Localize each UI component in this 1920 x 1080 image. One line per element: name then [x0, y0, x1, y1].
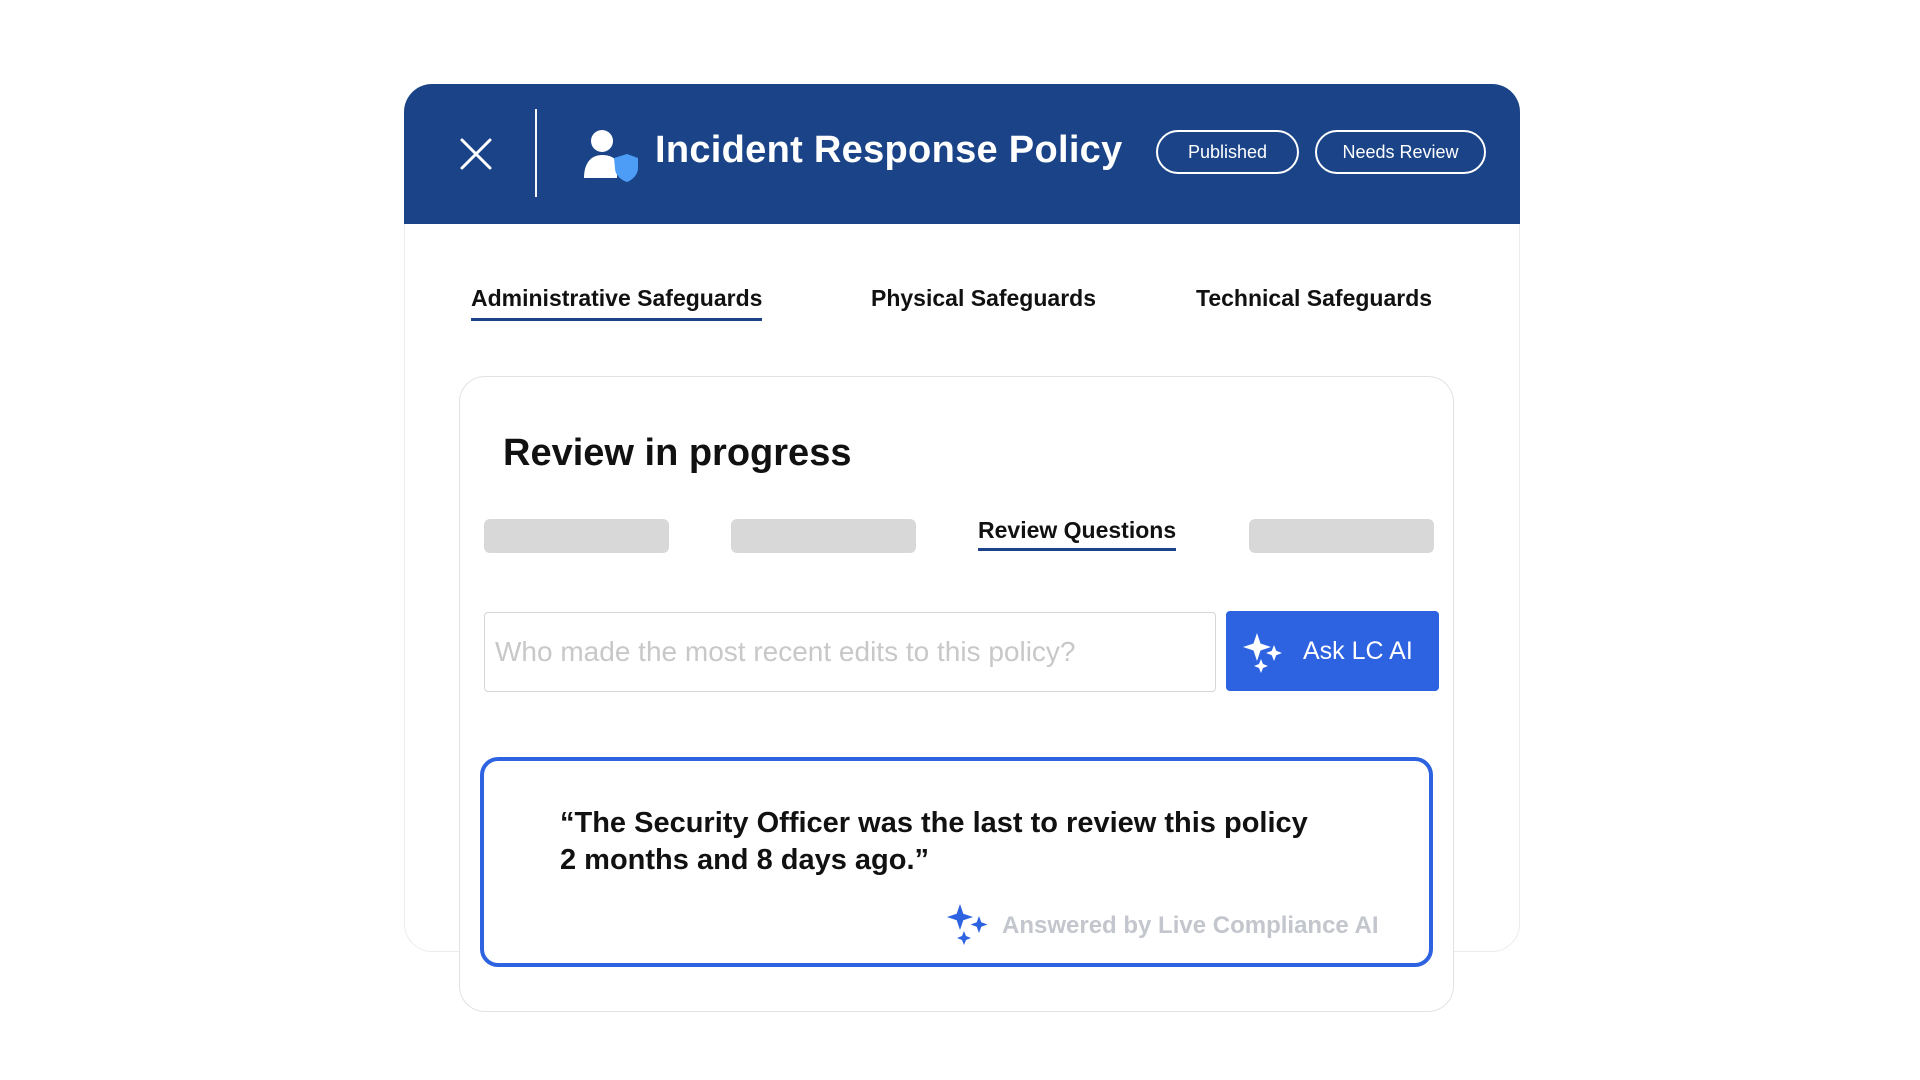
ai-answer-box: “The Security Officer was the last to re…: [480, 757, 1433, 967]
tab-review-questions[interactable]: Review Questions: [978, 517, 1177, 551]
close-button[interactable]: [454, 132, 498, 176]
published-badge[interactable]: Published: [1156, 130, 1299, 174]
answer-text-line-2: 2 months and 8 days ago.”: [560, 844, 930, 876]
sub-tab-placeholder[interactable]: [484, 519, 669, 553]
sub-tab-placeholder[interactable]: [1249, 519, 1434, 553]
review-title: Review in progress: [503, 432, 852, 474]
tab-administrative-safeguards[interactable]: Administrative Safeguards: [471, 285, 763, 321]
answer-text-line-1: “The Security Officer was the last to re…: [560, 807, 1308, 839]
ai-question-input[interactable]: [484, 612, 1216, 692]
ask-lc-ai-label: Ask LC AI: [1303, 637, 1413, 665]
review-card: Review in progress Review Questions Ask …: [459, 376, 1454, 1012]
user-shield-icon: [584, 130, 638, 182]
sparkle-icon: [1243, 633, 1282, 673]
ask-lc-ai-button[interactable]: Ask LC AI: [1226, 611, 1439, 691]
page-title: Incident Response Policy: [655, 129, 1123, 171]
close-icon[interactable]: [454, 132, 498, 176]
sub-tab-placeholder[interactable]: [731, 519, 916, 553]
tab-technical-safeguards[interactable]: Technical Safeguards: [1196, 285, 1432, 318]
tab-physical-safeguards[interactable]: Physical Safeguards: [871, 285, 1096, 318]
policy-header: Incident Response Policy Published Needs…: [404, 84, 1520, 224]
needs-review-badge[interactable]: Needs Review: [1315, 130, 1486, 174]
sparkle-icon: [947, 904, 988, 945]
header-divider: [535, 109, 537, 197]
answer-attribution: Answered by Live Compliance AI: [1002, 912, 1379, 939]
